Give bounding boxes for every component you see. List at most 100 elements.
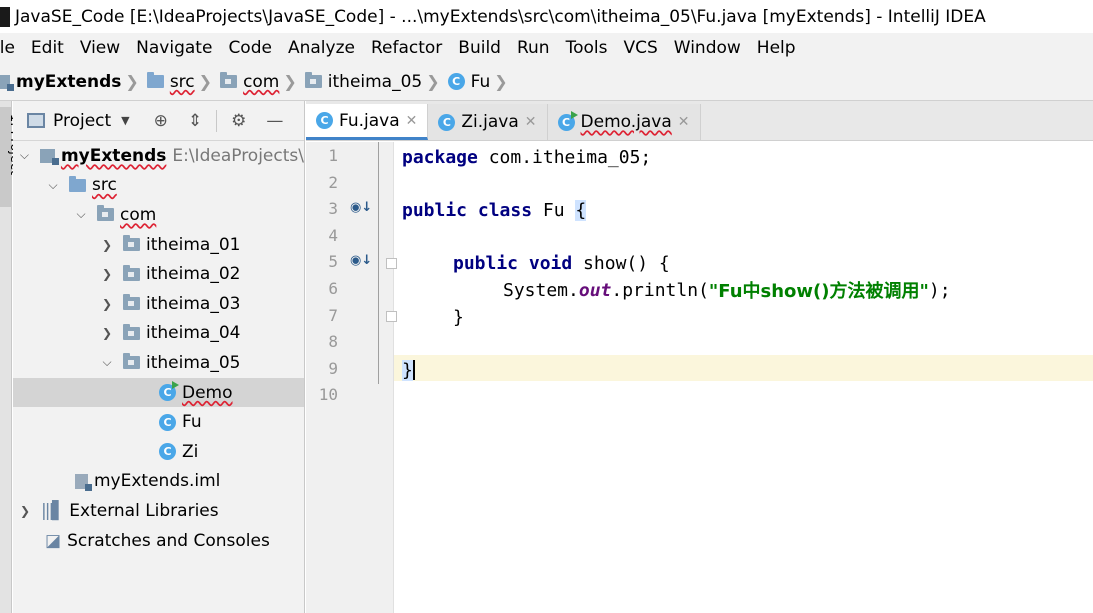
class-icon: C [159, 413, 176, 431]
chevron-down-icon[interactable]: ⌵ [73, 207, 89, 222]
menu-view[interactable]: View [80, 38, 120, 58]
breadcrumb-src-label: src [169, 71, 195, 92]
close-icon[interactable]: ✕ [525, 114, 537, 130]
breadcrumb-class[interactable]: C Fu ❯ [447, 71, 516, 92]
tree-item-label: myExtends [60, 145, 167, 166]
tree-item-com[interactable]: ⌵ com [13, 200, 304, 230]
menu-run[interactable]: Run [517, 38, 550, 58]
menu-analyze[interactable]: Analyze [288, 38, 355, 58]
tab-label: Zi.java [461, 112, 519, 132]
module-icon [0, 74, 14, 91]
menu-navigate[interactable]: Navigate [136, 38, 212, 58]
menu-file[interactable]: ile [0, 38, 15, 58]
editor-tab-bar: C Fu.java ✕ C Zi.java ✕ C Demo.java ✕ [306, 101, 1093, 141]
package-icon [123, 353, 140, 370]
code-keyword: package [402, 146, 478, 168]
tree-item-label: Demo [182, 382, 233, 403]
tree-item-label: com [120, 204, 157, 225]
editor-gutter: 1 2 3 4 5 6 7 8 9 10 ◉↓ ◉↓ [306, 142, 397, 613]
code-editor: C Fu.java ✕ C Zi.java ✕ C Demo.java ✕ 1 … [306, 101, 1093, 613]
menu-help[interactable]: Help [757, 38, 796, 58]
tree-item-src[interactable]: ⌵ src [13, 171, 304, 201]
collapse-all-icon[interactable]: ⇕ [188, 111, 202, 131]
tree-item-scratches[interactable]: ◪ Scratches and Consoles [13, 526, 304, 556]
breadcrumb-package-label: itheima_05 [327, 71, 423, 92]
breadcrumb-com[interactable]: com ❯ [220, 72, 305, 92]
breadcrumb-module[interactable]: myExtends ❯ [0, 72, 147, 92]
iml-file-icon [75, 473, 92, 491]
locate-icon[interactable]: ⊕ [154, 111, 168, 131]
gear-icon[interactable]: ⚙ [231, 111, 246, 131]
tree-item-label: myExtends.iml [94, 471, 221, 492]
chevron-right-icon[interactable]: ❯ [99, 238, 115, 252]
tree-item-itheima-03[interactable]: ❯ itheima_03 [13, 289, 304, 319]
breadcrumb-class-label: Fu [470, 71, 491, 92]
tree-item-itheima-05[interactable]: ⌵ itheima_05 [13, 348, 304, 378]
tree-item-itheima-01[interactable]: ❯ itheima_01 [13, 230, 304, 260]
line-number: 6 [328, 279, 338, 298]
intellij-app-icon [0, 6, 10, 27]
package-icon [123, 323, 140, 340]
chevron-right-icon: ❯ [198, 72, 213, 91]
tree-item-label: src [92, 175, 117, 196]
code-keyword: public class [402, 199, 533, 221]
tree-item-iml[interactable]: myExtends.iml [13, 467, 304, 497]
hide-panel-icon[interactable]: — [266, 111, 283, 131]
code-string-literal: "Fu中show()方法被调用" [708, 281, 929, 303]
chevron-down-icon[interactable]: ⌵ [45, 178, 61, 193]
chevron-right-icon[interactable]: ❯ [99, 326, 115, 340]
tab-fu-java[interactable]: C Fu.java ✕ [306, 104, 429, 140]
chevron-right-icon: ❯ [283, 72, 297, 91]
menu-code[interactable]: Code [228, 38, 272, 58]
overridden-method-icon[interactable]: ◉↓ [350, 200, 372, 215]
menu-vcs[interactable]: VCS [623, 38, 657, 58]
breadcrumb-src[interactable]: src ❯ [146, 71, 220, 92]
code-area[interactable]: package com.itheima_05; public class Fu … [395, 142, 1093, 613]
project-view-selector[interactable]: Project [53, 111, 111, 131]
tree-item-label: itheima_02 [146, 264, 241, 285]
breadcrumb: myExtends ❯ src ❯ com ❯ itheima_05 ❯ C F… [0, 63, 1093, 101]
tree-item-external-libraries[interactable]: ❯ |||▌ External Libraries [13, 496, 304, 526]
chevron-right-icon: ❯ [125, 72, 139, 91]
close-icon[interactable]: ✕ [406, 113, 418, 129]
tree-item-zi[interactable]: C Zi [13, 437, 304, 467]
src-folder-icon [69, 175, 86, 192]
package-icon [304, 72, 322, 88]
project-view-icon [27, 113, 45, 128]
chevron-down-icon[interactable]: ▼ [121, 114, 129, 127]
chevron-right-icon[interactable]: ❯ [99, 267, 115, 281]
tree-item-myextends[interactable]: ⌵ myExtends E:\IdeaProjects\ [13, 141, 304, 171]
project-tool-tab[interactable]: 1: Project [0, 107, 22, 207]
tree-item-label: Scratches and Consoles [67, 530, 270, 551]
tree-item-label: Fu [182, 412, 202, 433]
tab-zi-java[interactable]: C Zi.java ✕ [428, 104, 548, 140]
chevron-right-icon[interactable]: ❯ [99, 297, 115, 311]
tree-item-itheima-04[interactable]: ❯ itheima_04 [13, 319, 304, 349]
tab-demo-java[interactable]: C Demo.java ✕ [547, 104, 701, 140]
class-icon: C [438, 113, 456, 131]
class-icon: C [159, 443, 176, 461]
tree-item-itheima-02[interactable]: ❯ itheima_02 [13, 259, 304, 289]
project-tree: ⌵ myExtends E:\IdeaProjects\ ⌵ src ⌵ com… [13, 141, 304, 555]
tree-item-path: E:\IdeaProjects\ [172, 145, 304, 166]
menu-refactor[interactable]: Refactor [371, 38, 442, 58]
menu-build[interactable]: Build [458, 38, 501, 58]
menu-window[interactable]: Window [674, 38, 741, 58]
chevron-right-icon[interactable]: ❯ [17, 504, 33, 518]
chevron-down-icon[interactable]: ⌵ [99, 355, 115, 370]
tree-item-label: itheima_05 [146, 352, 241, 373]
code-text: com.itheima_05; [477, 146, 652, 168]
chevron-down-icon[interactable]: ⌵ [17, 148, 32, 163]
overridden-method-icon[interactable]: ◉↓ [350, 253, 372, 268]
breadcrumb-package[interactable]: itheima_05 ❯ [304, 71, 448, 92]
libraries-icon: |||▌ [41, 500, 65, 521]
menu-edit[interactable]: Edit [31, 38, 64, 58]
tab-label: Fu.java [339, 110, 400, 131]
close-icon[interactable]: ✕ [678, 114, 690, 130]
module-icon [39, 148, 59, 165]
tree-item-demo[interactable]: C Demo [13, 377, 304, 408]
menu-tools[interactable]: Tools [566, 38, 608, 58]
code-text: .println( [611, 279, 709, 301]
tree-item-fu[interactable]: C Fu [13, 407, 304, 437]
code-text: show() { [572, 252, 670, 274]
